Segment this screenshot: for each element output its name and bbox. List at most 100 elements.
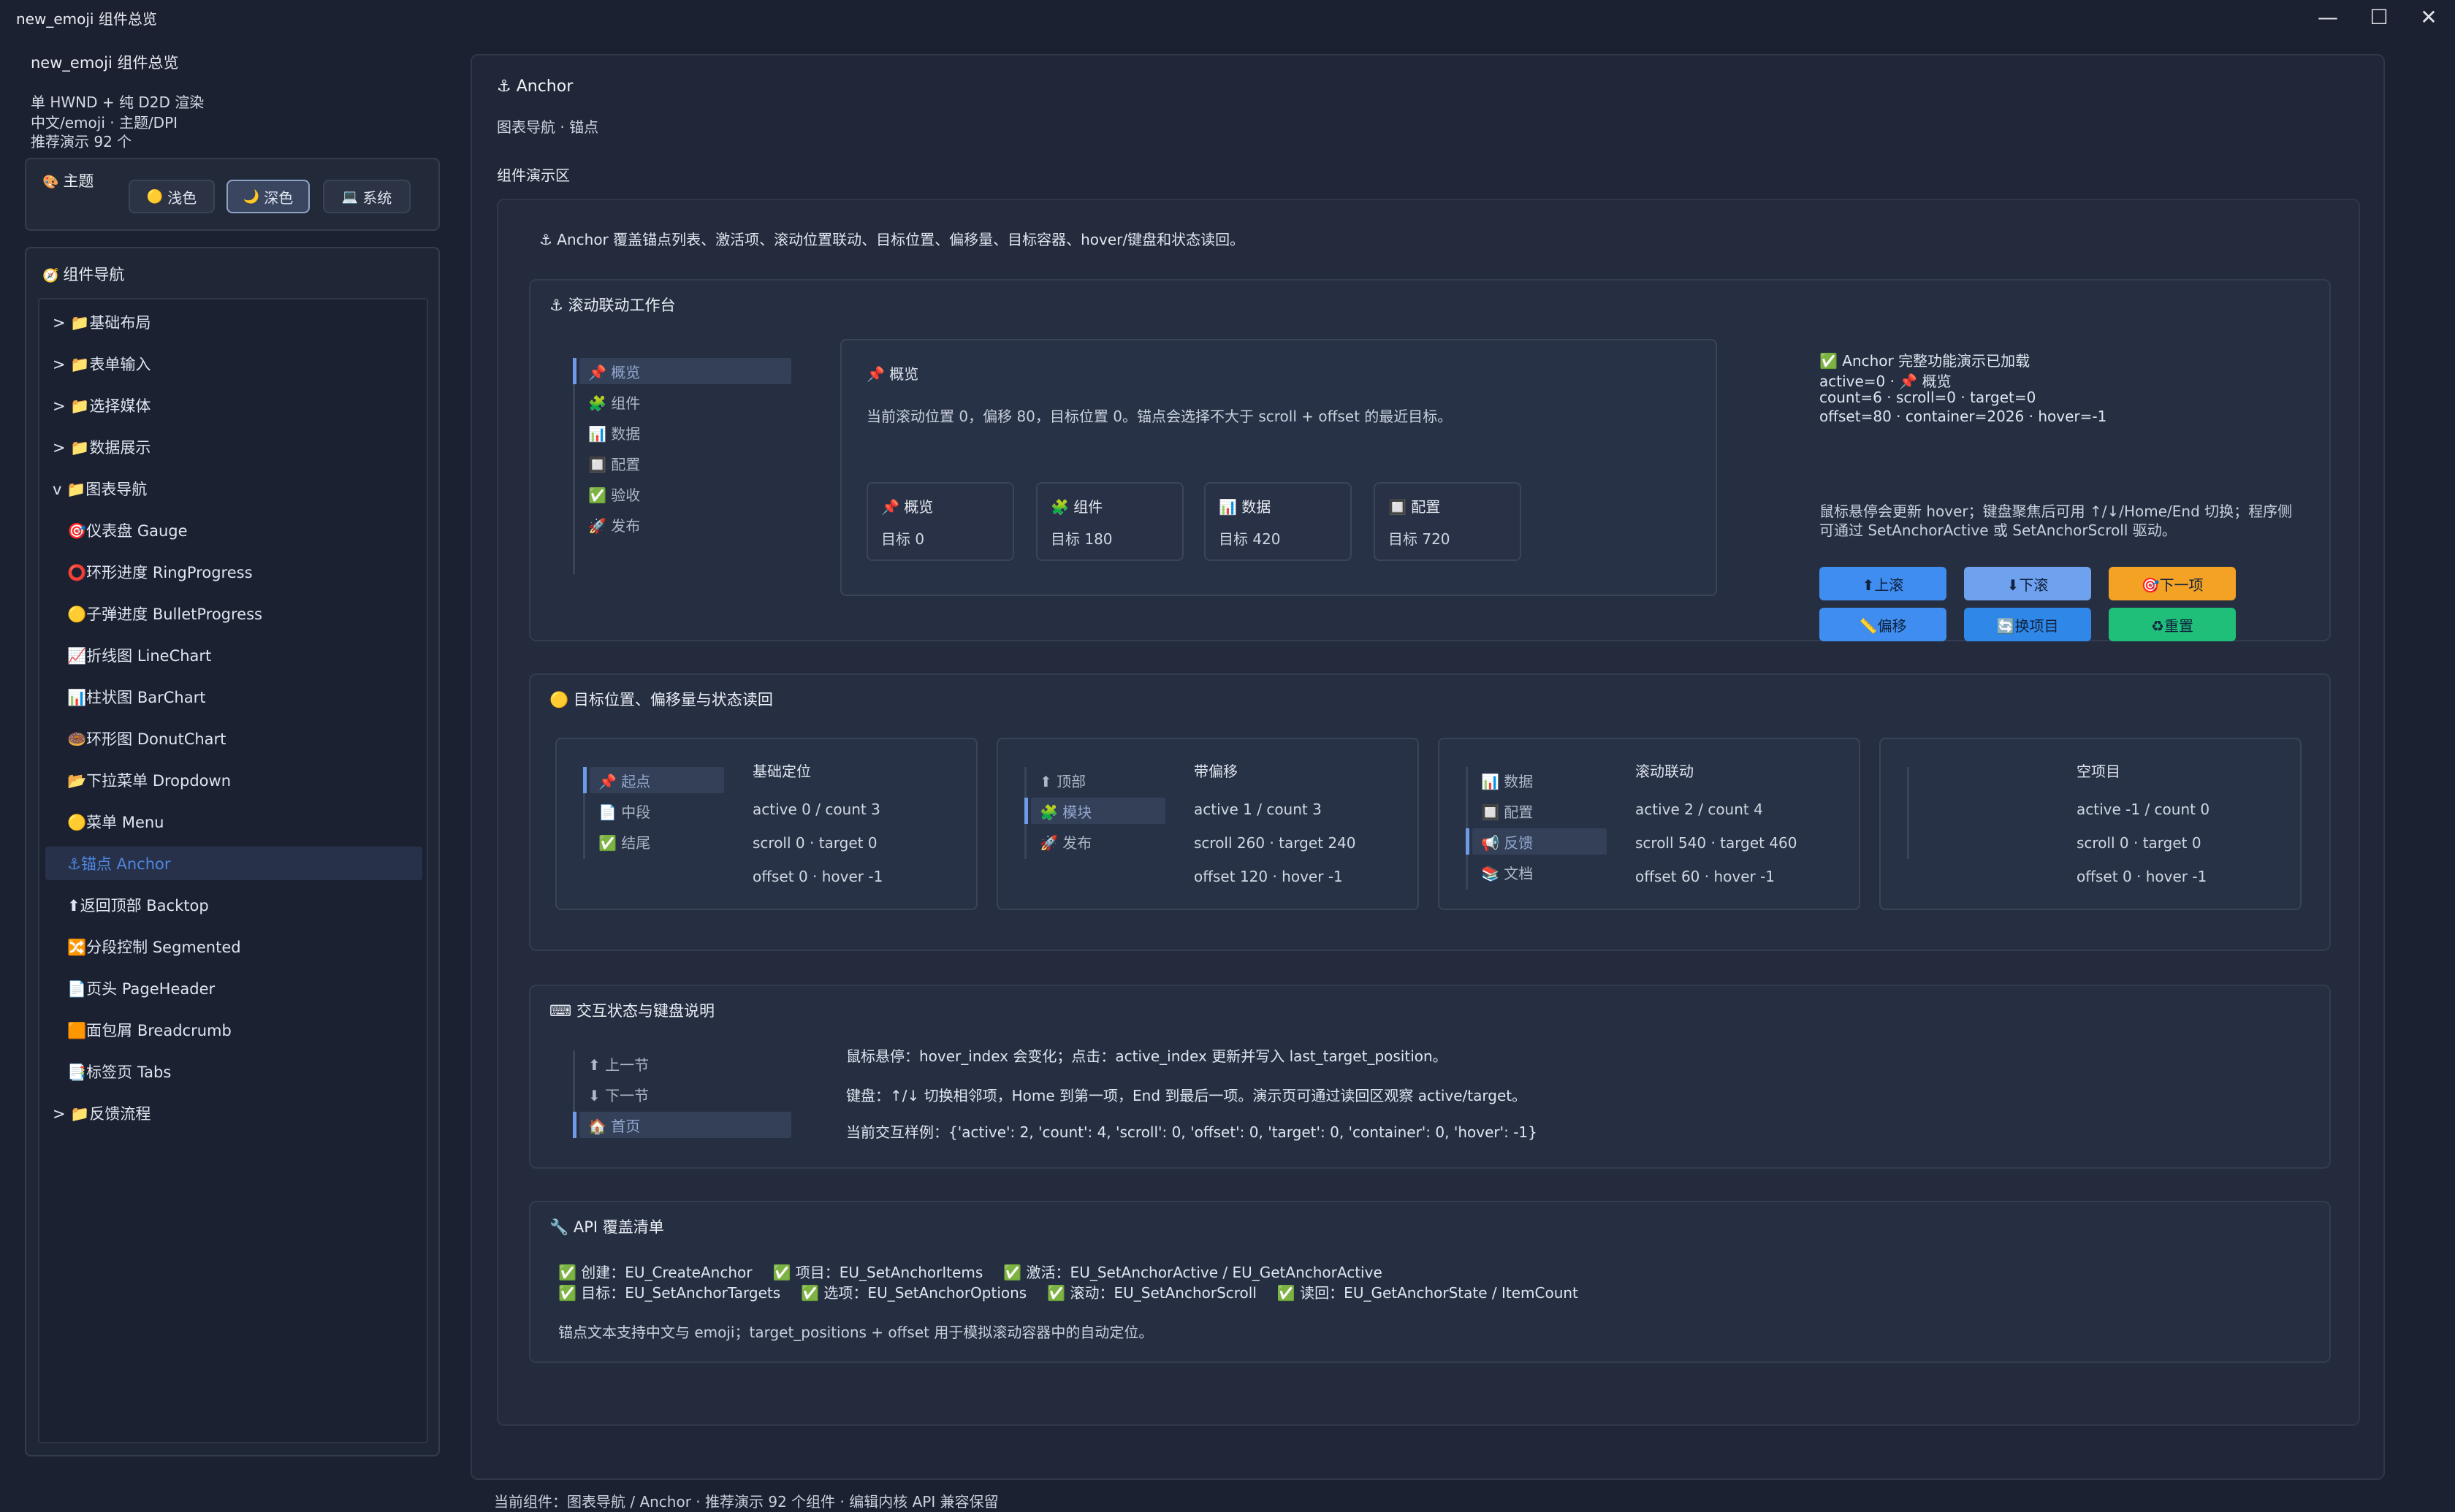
nav-item[interactable]: ⚓锚点 Anchor <box>45 847 422 880</box>
card-value: 目标 180 <box>1051 530 1113 548</box>
nav-item[interactable]: 🍩环形图 DonutChart <box>45 722 422 755</box>
group-anchor-list: 📊 数据 🔲 配置 📢 反馈 📚 文档 <box>1466 767 1607 890</box>
anchor-item[interactable]: 📌 概览 <box>579 358 791 384</box>
anchor-item[interactable]: ⬇ 下一节 <box>579 1081 791 1107</box>
theme-dark-button[interactable]: 🌙 深色 <box>227 180 310 213</box>
page-subtitle: 图表导航 · 锚点 <box>497 118 599 136</box>
group-state-line: active -1 / count 0 <box>2077 801 2210 818</box>
title-bar: new_emoji 组件总览 — ☐ ✕ <box>0 0 2455 34</box>
anchor-item[interactable]: 🚀 发布 <box>579 511 791 538</box>
api-note: 锚点文本支持中文与 emoji；target_positions + offse… <box>558 1324 1154 1341</box>
nav-item[interactable]: 📂下拉菜单 Dropdown <box>45 763 422 797</box>
next-item-button[interactable]: 🎯下一项 <box>2109 567 2236 600</box>
nav-tree: > 📁基础布局 > 📁表单输入 > 📁选择媒体 > 📁数据展示 v 📁图表导航 🎯仪表盘 … <box>38 298 428 1443</box>
nav-item[interactable]: 🎯仪表盘 Gauge <box>45 513 422 547</box>
active-indicator <box>573 1112 576 1138</box>
group-name: 基础定位 <box>753 763 811 780</box>
demo-area: ⚓ Anchor 覆盖锚点列表、激活项、滚动位置联动、目标位置、偏移量、目标容器… <box>497 199 2360 1426</box>
sun-icon: 🟡 <box>146 188 164 205</box>
anchor-list: 📌 概览 🧩 组件 📊 数据 🔲 配置 ✅ 验收 🚀 发布 <box>573 358 791 574</box>
anchor-item[interactable]: 📊 数据 <box>1472 767 1607 793</box>
nav-item[interactable]: 🟡子弹进度 BulletProgress <box>45 597 422 630</box>
reset-button[interactable]: ♻重置 <box>2109 608 2236 641</box>
active-indicator <box>1466 828 1469 855</box>
group-anchor-list: 📌 起点 📄 中段 ✅ 结尾 <box>583 767 724 859</box>
theme-label: 🎨 主题 <box>42 172 94 190</box>
close-button[interactable]: ✕ <box>2405 0 2452 34</box>
anchor-group: 空项目 active -1 / count 0 scroll 0 · target … <box>1879 738 2302 910</box>
target-card[interactable]: 📊 数据 目标 420 <box>1204 482 1352 561</box>
group-name: 滚动联动 <box>1635 763 1694 780</box>
api-row: ✅ 目标：EU_SetAnchorTargets ✅ 选项：EU_SetAncho… <box>558 1281 1578 1302</box>
card-title: 🧩 组件 <box>1051 498 1103 516</box>
change-items-button[interactable]: 🔄换项目 <box>1964 608 2091 641</box>
nav-item[interactable]: 📈折线图 LineChart <box>45 638 422 672</box>
page-title: ⚓ Anchor <box>497 77 574 96</box>
group-state-line: active 0 / count 3 <box>753 801 880 818</box>
compass-icon: 🧭 <box>42 268 59 283</box>
api-title: 🔧 API 覆盖清单 <box>549 1218 664 1236</box>
theme-light-button[interactable]: 🟡 浅色 <box>129 180 215 213</box>
api-item: ✅ 创建：EU_CreateAnchor <box>558 1264 753 1281</box>
nav-item[interactable]: 📄页头 PageHeader <box>45 971 422 1005</box>
target-card[interactable]: 📌 概览 目标 0 <box>867 482 1014 561</box>
status-line: offset=80 · container=2026 · hover=-1 <box>1819 408 2107 425</box>
interaction-line: 键盘：↑/↓ 切换相邻项，Home 到第一项，End 到最后一项。演示页可通过读… <box>846 1087 1527 1104</box>
api-panel: 🔧 API 覆盖清单 ✅ 创建：EU_CreateAnchor ✅ 项目：EU_S… <box>529 1201 2331 1363</box>
nav-item[interactable]: ⬆返回顶部 Backtop <box>45 888 422 922</box>
target-card[interactable]: 🧩 组件目标 180 <box>1036 482 1184 561</box>
sidebar-info-line: 推荐演示 92 个 <box>31 133 132 150</box>
workbench-panel: ⚓ 滚动联动工作台 📌 概览 🧩 组件 📊 数据 🔲 配置 ✅ 验收 🚀 发布 📌 概览 … <box>529 279 2331 641</box>
nav-item[interactable]: > 📁表单输入 <box>45 347 422 381</box>
anchor-item[interactable]: 📚 文档 <box>1472 859 1607 885</box>
anchor-item[interactable]: 📢 反馈 <box>1472 828 1607 855</box>
group-state-line: scroll 540 · target 460 <box>1635 834 1797 852</box>
nav-item[interactable]: > 📁基础布局 <box>45 305 422 339</box>
anchor-item[interactable]: 📄 中段 <box>590 798 724 824</box>
nav-item[interactable]: > 📁选择媒体 <box>45 389 422 422</box>
anchor-item[interactable]: 🚀 发布 <box>1031 828 1165 855</box>
scroll-down-button[interactable]: ⬇下滚 <box>1964 567 2091 600</box>
group-state-line: active 1 / count 3 <box>1194 801 1322 818</box>
maximize-button[interactable]: ☐ <box>2356 0 2402 34</box>
api-item: ✅ 选项：EU_SetAnchorOptions <box>801 1284 1027 1302</box>
anchor-item[interactable]: 📊 数据 <box>579 419 791 446</box>
anchor-item[interactable]: 🏠 首页 <box>579 1112 791 1138</box>
target-card[interactable]: 🔲 配置 目标 720 <box>1374 482 1521 561</box>
nav-item[interactable]: v 📁图表导航 <box>45 472 422 505</box>
anchor-item[interactable]: ✅ 验收 <box>579 481 791 507</box>
anchor-item[interactable]: 🧩 模块 <box>1031 798 1165 824</box>
anchor-group: ⬆ 顶部 🧩 模块 🚀 发布 带偏移 active 1 / count 3 scroll … <box>997 738 1419 910</box>
nav-item[interactable]: ⭕环形进度 RingProgress <box>45 555 422 589</box>
nav-item[interactable]: > 📁反馈流程 <box>45 1096 422 1130</box>
anchor-item[interactable]: ⬆ 上一节 <box>579 1050 791 1077</box>
offsets-panel: 🟡 目标位置、偏移量与状态读回 📌 起点 📄 中段 ✅ 结尾 基础定位 active 0… <box>529 673 2331 951</box>
sidebar-title: new_emoji 组件总览 <box>31 54 179 72</box>
nav-item[interactable]: 📑标签页 Tabs <box>45 1055 422 1088</box>
laptop-icon: 💻 <box>341 188 359 205</box>
anchor-item[interactable]: 🧩 组件 <box>579 389 791 415</box>
nav-item[interactable]: 📊柱状图 BarChart <box>45 680 422 714</box>
nav-label: 🧭 组件导航 <box>42 266 125 283</box>
offset-button[interactable]: 📏偏移 <box>1819 608 1946 641</box>
nav-item[interactable]: > 📁数据展示 <box>45 430 422 464</box>
theme-system-button[interactable]: 💻 系统 <box>323 180 411 213</box>
card-value: 目标 720 <box>1388 530 1450 548</box>
scroll-up-button[interactable]: ⬆上滚 <box>1819 567 1946 600</box>
group-state-line: offset 0 · hover -1 <box>2077 868 2207 885</box>
anchor-item[interactable]: 🔲 配置 <box>1472 798 1607 824</box>
nav-item[interactable]: 🟧面包屑 Breadcrumb <box>45 1013 422 1047</box>
anchor-item[interactable]: 📌 起点 <box>590 767 724 793</box>
anchor-item[interactable]: ⬆ 顶部 <box>1031 767 1165 793</box>
anchor-item[interactable]: 🔲 配置 <box>579 450 791 476</box>
interaction-line: 当前交互样例：{'active': 2, 'count': 4, 'scroll… <box>846 1123 1537 1141</box>
anchor-group: 📌 起点 📄 中段 ✅ 结尾 基础定位 active 0 / count 3 scroll… <box>555 738 978 910</box>
detail-title: 📌 概览 <box>867 365 919 383</box>
card-title: 📊 数据 <box>1219 498 1271 516</box>
minimize-button[interactable]: — <box>2304 0 2351 34</box>
nav-item[interactable]: 🔀分段控制 Segmented <box>45 930 422 963</box>
group-state-line: scroll 260 · target 240 <box>1194 834 1356 852</box>
anchor-item[interactable]: ✅ 结尾 <box>590 828 724 855</box>
nav-item[interactable]: 🟡菜单 Menu <box>45 805 422 839</box>
sidebar-info-line: 单 HWND + 纯 D2D 渲染 <box>31 93 205 111</box>
